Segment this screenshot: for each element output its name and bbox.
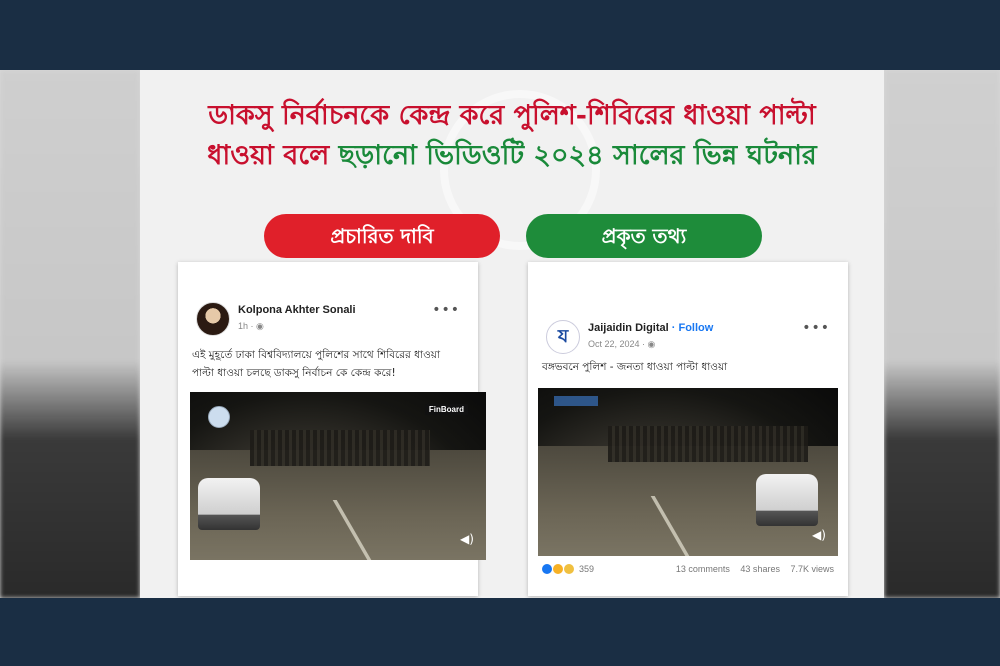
image-stage: ডাকসু নির্বাচনকে কেন্দ্র করে পুলিশ-শিবির…	[0, 70, 1000, 598]
reactions[interactable]: 359	[542, 564, 594, 574]
headline: ডাকসু নির্বাচনকে কেন্দ্র করে পুলিশ-শিবির…	[140, 96, 884, 176]
claim-label: প্রচারিত দাবি	[264, 214, 500, 258]
bottom-band	[0, 598, 1000, 666]
post-date-text: Oct 22, 2024 ·	[588, 339, 648, 349]
claim-post-header: Kolpona Akhter Sonali 1h · ◉ •••	[196, 302, 460, 342]
video-car	[756, 474, 818, 526]
post-video[interactable]: FinBoard ◀)	[190, 392, 486, 560]
post-author[interactable]: Jaijaidin Digital	[588, 322, 669, 334]
headline-line-2-red: ধাওয়া বলে	[207, 140, 330, 171]
globe-icon: ◉	[647, 339, 656, 349]
shares-count[interactable]: 43 shares	[740, 564, 780, 574]
post-author[interactable]: Kolpona Akhter Sonali	[238, 304, 356, 316]
follow-button[interactable]: · Follow	[672, 322, 714, 334]
post-time-text: 1h ·	[238, 321, 257, 331]
fact-label: প্রকৃত তথ্য	[526, 214, 762, 258]
video-car	[198, 478, 260, 530]
post-text: বঙ্গভবনে পুলিশ - জনতা ধাওয়া পাল্টা ধাওয…	[542, 361, 728, 373]
video-crowd	[608, 426, 808, 462]
reaction-count: 359	[579, 564, 595, 574]
channel-logo	[554, 396, 598, 406]
post-video[interactable]: ◀)	[538, 388, 838, 556]
views-count: 7.7K views	[790, 564, 834, 574]
video-watermark-tag: FinBoard	[424, 404, 468, 415]
post-footer: 359 13 comments 43 shares 7.7K views	[542, 564, 834, 580]
headline-line-2-green: ছড়ানো ভিডিওটি ২০২৪ সালের ভিন্ন ঘটনার	[338, 140, 817, 171]
post-date: Oct 22, 2024 · ◉	[588, 339, 655, 350]
haha-reaction-icon	[553, 564, 563, 574]
globe-icon: ◉	[256, 321, 264, 331]
post-author-line: Jaijaidin Digital · Follow	[588, 322, 713, 334]
volume-icon[interactable]: ◀)	[812, 528, 826, 542]
more-options-icon[interactable]: •••	[432, 302, 460, 318]
post-stats: 13 comments 43 shares 7.7K views	[668, 564, 834, 574]
blurred-background-right	[884, 70, 1000, 598]
avatar[interactable]	[196, 302, 230, 336]
post-time: 1h · ◉	[238, 321, 264, 332]
top-band	[0, 0, 1000, 70]
factcheck-card: ডাকসু নির্বাচনকে কেন্দ্র করে পুলিশ-শিবির…	[140, 70, 884, 598]
comments-count[interactable]: 13 comments	[676, 564, 730, 574]
headline-line-2: ধাওয়া বলে ছড়ানো ভিডিওটি ২০২৪ সালের ভিন…	[140, 136, 884, 176]
like-reaction-icon	[542, 564, 552, 574]
sad-reaction-icon	[564, 564, 574, 574]
post-text: এই মুহূর্তে ঢাকা বিশ্ববিদ্যালয়ে পুলিশের…	[192, 349, 441, 379]
fact-post: য Jaijaidin Digital · Follow Oct 22, 202…	[528, 262, 848, 596]
headline-line-1: ডাকসু নির্বাচনকে কেন্দ্র করে পুলিশ-শিবির…	[208, 100, 816, 131]
avatar[interactable]: য	[546, 320, 580, 354]
volume-icon[interactable]: ◀)	[460, 532, 474, 546]
claim-post: Kolpona Akhter Sonali 1h · ◉ ••• এই মুহূ…	[178, 262, 486, 596]
fact-post-header: য Jaijaidin Digital · Follow Oct 22, 202…	[546, 320, 830, 360]
more-options-icon[interactable]: •••	[802, 320, 830, 336]
channel-logo	[208, 406, 230, 428]
video-crowd	[250, 430, 430, 466]
blurred-background-left	[0, 70, 140, 598]
